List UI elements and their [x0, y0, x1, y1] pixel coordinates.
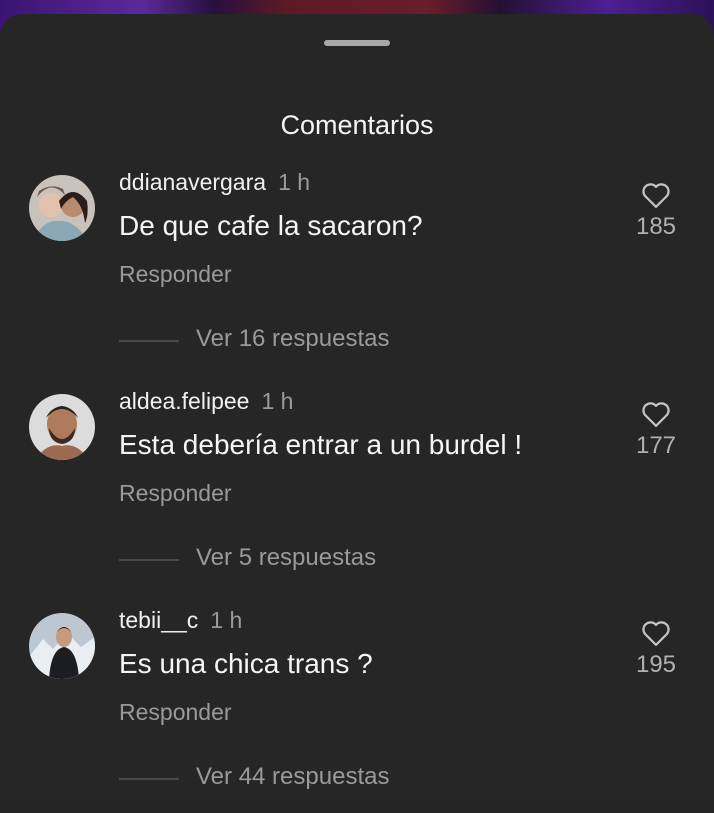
comment-username[interactable]: tebii__c — [119, 607, 198, 633]
comment-username[interactable]: ddianavergara — [119, 169, 266, 195]
like-count: 195 — [635, 651, 677, 678]
avatar[interactable] — [29, 394, 95, 460]
comment-text: De que cafe la sacaron? — [119, 210, 423, 241]
comment-time: 1 h — [278, 169, 311, 195]
like-control: 195 — [626, 619, 686, 679]
reply-button[interactable]: Responder — [119, 261, 232, 288]
heart-outline-icon[interactable] — [641, 400, 671, 428]
comment-meta: ddianavergara 1 h — [119, 169, 310, 196]
replies-divider — [119, 559, 179, 561]
drag-handle[interactable] — [324, 40, 390, 46]
comment-item: tebii__c 1 h Es una chica trans ? Respond… — [0, 607, 714, 813]
reply-button[interactable]: Responder — [119, 480, 232, 507]
like-count: 177 — [635, 432, 677, 459]
view-replies-link[interactable]: Ver 44 respuestas — [196, 763, 389, 791]
reply-button[interactable]: Responder — [119, 699, 232, 726]
comment-username[interactable]: aldea.felipee — [119, 388, 249, 414]
comment-item: aldea.felipee 1 h Esta debería entrar a u… — [0, 388, 714, 594]
heart-outline-icon[interactable] — [641, 619, 671, 647]
like-control: 185 — [626, 181, 686, 241]
avatar[interactable] — [29, 613, 95, 679]
like-count: 185 — [635, 213, 677, 240]
view-replies-link[interactable]: Ver 16 respuestas — [196, 325, 389, 353]
view-replies-link[interactable]: Ver 5 respuestas — [196, 544, 376, 572]
comment-time: 1 h — [210, 607, 243, 633]
replies-divider — [119, 340, 179, 342]
like-control: 177 — [626, 400, 686, 460]
comment-text: Es una chica trans ? — [119, 648, 373, 679]
comment-meta: tebii__c 1 h — [119, 607, 242, 634]
avatar[interactable] — [29, 175, 95, 241]
sheet-title: Comentarios — [280, 110, 434, 140]
comment-item: ddianavergara 1 h De que cafe la sacaron?… — [0, 169, 714, 375]
comment-time: 1 h — [261, 388, 294, 414]
comment-meta: aldea.felipee 1 h — [119, 388, 293, 415]
heart-outline-icon[interactable] — [641, 181, 671, 209]
replies-divider — [119, 778, 179, 780]
comments-sheet: Comentarios ddianavergara 1 h De que cafe… — [0, 14, 714, 800]
comment-text: Esta debería entrar a un burdel ! — [119, 429, 523, 460]
